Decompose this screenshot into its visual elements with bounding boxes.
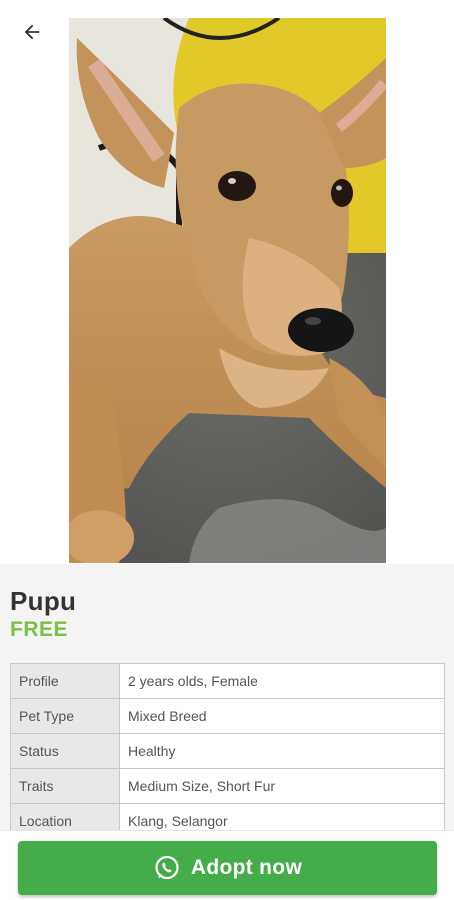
pet-type-label: Pet Type [10,698,120,734]
pet-price: FREE [10,618,69,641]
table-row: Traits Medium Size, Short Fur [10,768,445,804]
pet-type-value: Mixed Breed [119,698,445,734]
table-row: Status Healthy [10,733,445,769]
pet-name: Pupu [10,586,77,616]
back-button[interactable] [14,14,50,50]
traits-value: Medium Size, Short Fur [119,768,445,804]
table-row: Pet Type Mixed Breed [10,698,445,734]
arrow-left-icon [24,24,40,40]
whatsapp-icon [155,855,179,880]
adopt-now-label: Adopt now [190,856,303,879]
table-row: Profile 2 years olds, Female [10,663,445,699]
dog-photo [69,18,386,563]
status-value: Healthy [119,733,445,769]
profile-value: 2 years olds, Female [119,663,445,699]
traits-label: Traits [10,768,120,804]
status-label: Status [10,733,120,769]
bottom-action-bar: Adopt now [0,830,454,900]
adopt-now-button[interactable]: Adopt now [18,841,437,895]
photo-area [0,0,454,564]
profile-label: Profile [10,663,120,699]
pet-info-table: Profile 2 years olds, Female Pet Type Mi… [10,663,445,839]
pet-photo [69,18,386,563]
